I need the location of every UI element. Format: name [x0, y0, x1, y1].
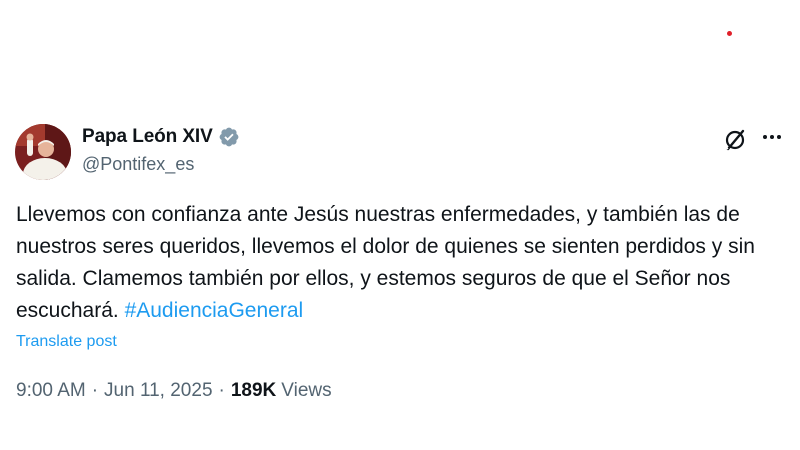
- tweet-date[interactable]: Jun 11, 2025: [104, 380, 212, 402]
- tweet-card: Papa León XIV @Pontifex_es Llevemos con …: [0, 0, 800, 450]
- grok-icon[interactable]: [722, 127, 748, 153]
- views-count: 189K: [230, 380, 277, 401]
- meta-separator: ·: [218, 380, 225, 401]
- views-label: Views: [281, 380, 332, 401]
- author-name-row: Papa León XIV: [82, 124, 240, 150]
- tweet-meta: 9:00 AM · Jun 11, 2025 · 189K Views: [16, 380, 332, 402]
- meta-separator: ·: [91, 380, 99, 401]
- translate-post-link[interactable]: Translate post: [16, 333, 117, 351]
- author-handle[interactable]: @Pontifex_es: [82, 154, 194, 175]
- tweet-text: Llevemos con confianza ante Jesús nuestr…: [16, 199, 786, 327]
- avatar-image: [15, 124, 71, 180]
- avatar[interactable]: [15, 124, 71, 180]
- hashtag-link[interactable]: #AudienciaGeneral: [125, 299, 304, 322]
- more-icon[interactable]: [760, 128, 784, 152]
- display-name[interactable]: Papa León XIV: [82, 126, 213, 148]
- tweet-time[interactable]: 9:00 AM: [16, 380, 86, 402]
- verified-badge-icon: [219, 127, 239, 147]
